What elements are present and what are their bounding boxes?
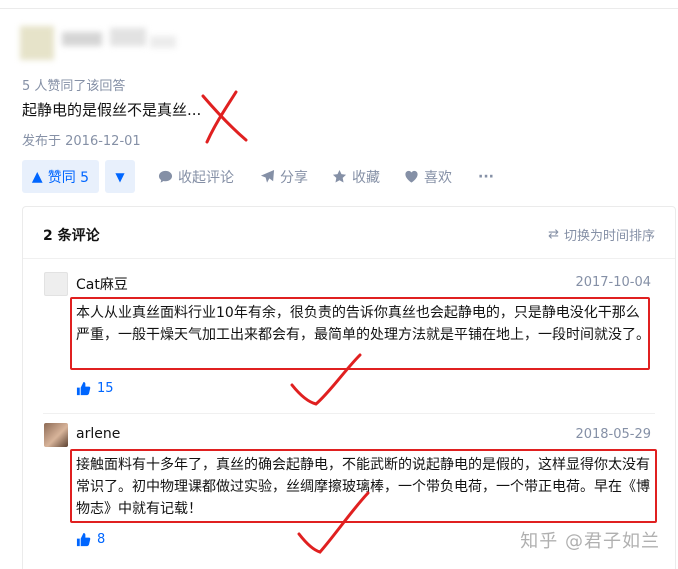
more-dots-icon: ··· — [478, 168, 494, 185]
star-icon — [332, 169, 347, 183]
upvote-count-text: 5 人赞同了该回答 — [22, 79, 126, 94]
comment-text: 本人从业真丝面料行业10年有余，很负责的告诉你真丝也会起静电的，只是静电没化干那… — [76, 305, 650, 343]
watermark: 知乎 @君子如兰 — [520, 531, 660, 552]
answer-action-bar: ▲ 赞同 5 ▼ 收起评论 分享 收藏 喜欢 ··· — [22, 160, 672, 194]
triangle-down-icon: ▼ — [115, 169, 125, 184]
publish-date: 发布于 2016-12-01 — [22, 134, 141, 149]
collapse-comments-label: 收起评论 — [178, 169, 234, 186]
comment-author[interactable]: arlene — [76, 426, 120, 442]
thumbs-up-icon — [76, 532, 91, 547]
comment-like-button[interactable]: 15 — [76, 381, 114, 396]
thumbs-up-icon — [76, 381, 91, 396]
comment-item: Cat麻豆 2017-10-04 本人从业真丝面料行业10年有余，很负责的告诉你… — [23, 269, 675, 409]
share-label: 分享 — [280, 169, 308, 186]
vote-up-button[interactable]: ▲ 赞同 5 — [22, 160, 99, 193]
heart-icon — [405, 170, 418, 183]
avatar[interactable] — [44, 423, 68, 447]
vote-down-button[interactable]: ▼ — [105, 160, 135, 193]
red-x-mark — [201, 90, 248, 144]
sort-toggle-button[interactable]: ⇄ 切换为时间排序 — [548, 225, 655, 244]
collect-label: 收藏 — [352, 169, 380, 186]
share-plane-icon — [260, 169, 275, 183]
share-button[interactable]: 分享 — [260, 160, 308, 193]
comment-like-button[interactable]: 8 — [76, 532, 105, 547]
comments-header: 2 条评论 ⇄ 切换为时间排序 — [23, 207, 675, 259]
avatar[interactable] — [44, 272, 68, 296]
more-options-button[interactable]: ··· — [478, 160, 494, 193]
collapse-comments-button[interactable]: 收起评论 — [158, 160, 234, 193]
comment-date: 2017-10-04 — [575, 275, 651, 290]
sort-toggle-label: 切换为时间排序 — [563, 229, 655, 244]
comments-count: 2 条评论 — [43, 228, 100, 244]
comment-bubble-icon — [158, 170, 173, 183]
answer-content: 起静电的是假丝不是真丝... — [22, 101, 202, 119]
comment-like-count: 8 — [97, 532, 106, 547]
swap-arrows-icon: ⇄ — [548, 227, 559, 242]
like-button[interactable]: 喜欢 — [404, 160, 452, 193]
comment-text: 接触面料有十多年了，真丝的确会起静电，不能武断的说起静电的是假的，这样显得你太没… — [76, 457, 650, 517]
blurred-author-info — [20, 22, 190, 62]
comment-divider — [43, 413, 655, 414]
triangle-up-icon: ▲ — [31, 168, 43, 185]
top-divider — [0, 8, 678, 9]
comments-panel: 2 条评论 ⇄ 切换为时间排序 Cat麻豆 2017-10-04 本人从业真丝面… — [22, 206, 676, 569]
collect-button[interactable]: 收藏 — [332, 160, 380, 193]
comment-author[interactable]: Cat麻豆 — [76, 274, 128, 294]
like-label: 喜欢 — [424, 169, 452, 186]
vote-up-label: 赞同 5 — [47, 169, 90, 186]
comment-like-count: 15 — [97, 381, 114, 396]
comment-date: 2018-05-29 — [575, 427, 651, 442]
